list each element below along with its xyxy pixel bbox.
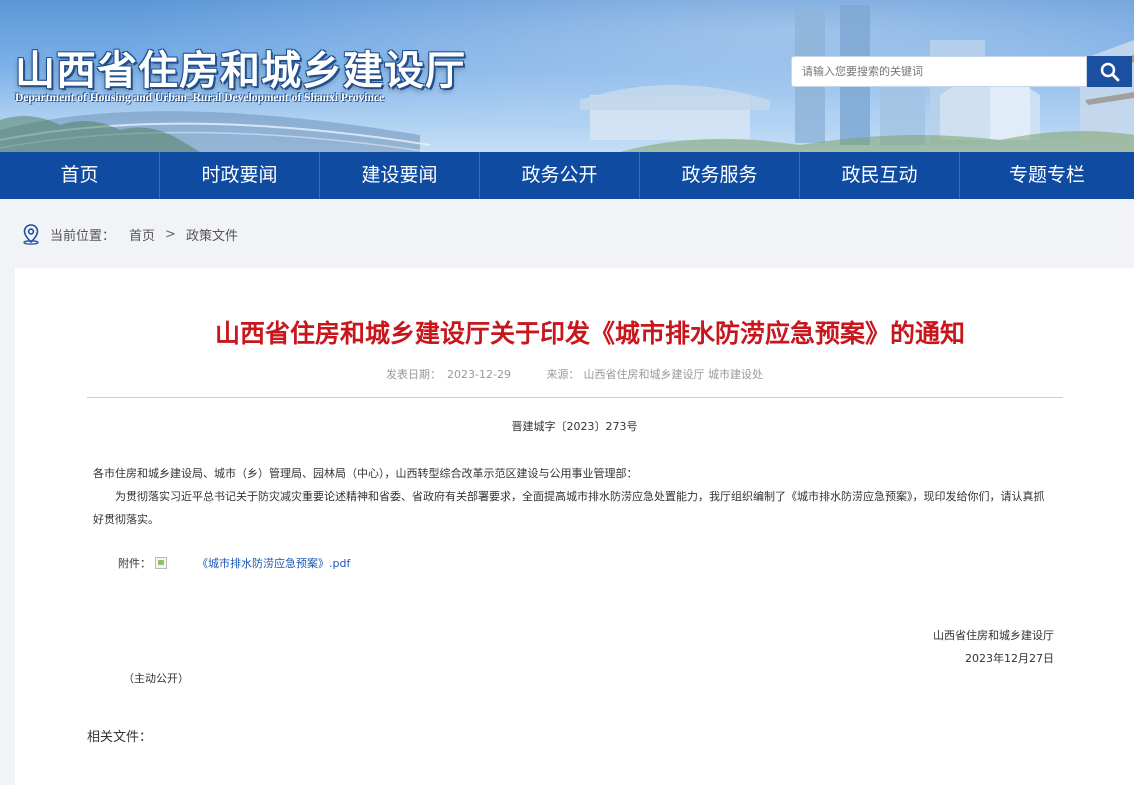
date-label: 发表日期： 2023-12-29 <box>386 368 511 381</box>
source-label-text: 来源： <box>546 368 580 381</box>
article-meta: 发表日期： 2023-12-29 来源： 山西省住房和城乡建设厅 城市建设处 <box>15 366 1134 382</box>
recipients-line: 各市住房和城乡建设局、城市（乡）管理局、园林局（中心），山西转型综合改革示范区建… <box>93 467 638 480</box>
article-title: 山西省住房和城乡建设厅关于印发《城市排水防涝应急预案》的通知 <box>214 319 965 348</box>
attachment-link[interactable]: 《城市排水防涝应急预案》.pdf <box>197 555 350 571</box>
signature-org: 山西省住房和城乡建设厅 <box>933 629 1054 642</box>
nav-item-home[interactable]: 首页 <box>0 152 160 199</box>
search-icon <box>1100 62 1119 81</box>
nav-item-construction-news[interactable]: 建设要闻 <box>320 152 480 199</box>
main-nav: 首页 时政要闻 建设要闻 政务公开 政务服务 政民互动 专题专栏 <box>0 152 1134 199</box>
title-divider <box>87 397 1063 398</box>
header-banner: 山西省住房和城乡建设厅 Department of Housing and Ur… <box>0 0 1134 152</box>
search-input[interactable] <box>791 56 1087 87</box>
article-source: 山西省住房和城乡建设厅 城市建设处 <box>583 368 763 381</box>
attachment-file-icon <box>155 557 167 569</box>
breadcrumb-home-link[interactable]: 首页 <box>129 225 155 244</box>
attachment-label: 附件： <box>118 557 151 570</box>
nav-item-interaction[interactable]: 政民互动 <box>800 152 960 199</box>
nav-item-government-affairs[interactable]: 政务公开 <box>480 152 640 199</box>
body-paragraph: 为贯彻落实习近平总书记关于防灾减灾重要论述精神和省委、省政府有关部署要求，全面提… <box>93 490 1045 526</box>
article-body: 各市住房和城乡建设局、城市（乡）管理局、园林局（中心），山西转型综合改革示范区建… <box>93 462 1053 531</box>
site-subtitle: Department of Housing and Urban–Rural De… <box>15 92 385 104</box>
nav-item-government-services[interactable]: 政务服务 <box>640 152 800 199</box>
breadcrumb-label: 当前位置： <box>50 228 116 244</box>
date-label-text: 发表日期： <box>386 368 442 381</box>
location-icon <box>23 224 39 245</box>
signature-block: 山西省住房和城乡建设厅 2023年12月27日 <box>933 624 1054 670</box>
document-number: 晋建城字〔2023〕273号 <box>511 420 638 433</box>
breadcrumb: 当前位置： 首页 > 政策文件 <box>0 199 1134 269</box>
publish-date: 2023-12-29 <box>447 368 511 381</box>
article-container: 山西省住房和城乡建设厅关于印发《城市排水防涝应急预案》的通知 发表日期： 2023… <box>15 268 1134 785</box>
breadcrumb-current-link[interactable]: 政策文件 <box>186 225 238 244</box>
related-files-label: 相关文件： <box>87 730 153 745</box>
disclosure-status: （主动公开） <box>123 672 189 685</box>
nav-item-news[interactable]: 时政要闻 <box>160 152 320 199</box>
signature-date: 2023年12月27日 <box>965 652 1054 665</box>
nav-item-special-topics[interactable]: 专题专栏 <box>960 152 1134 199</box>
attachment-row: 附件： 《城市排水防涝应急预案》.pdf <box>118 555 350 571</box>
source-label: 来源： 山西省住房和城乡建设厅 城市建设处 <box>546 368 763 381</box>
site-title: 山西省住房和城乡建设厅 <box>15 47 466 94</box>
breadcrumb-separator: > <box>165 226 176 242</box>
search-button[interactable] <box>1087 56 1132 87</box>
